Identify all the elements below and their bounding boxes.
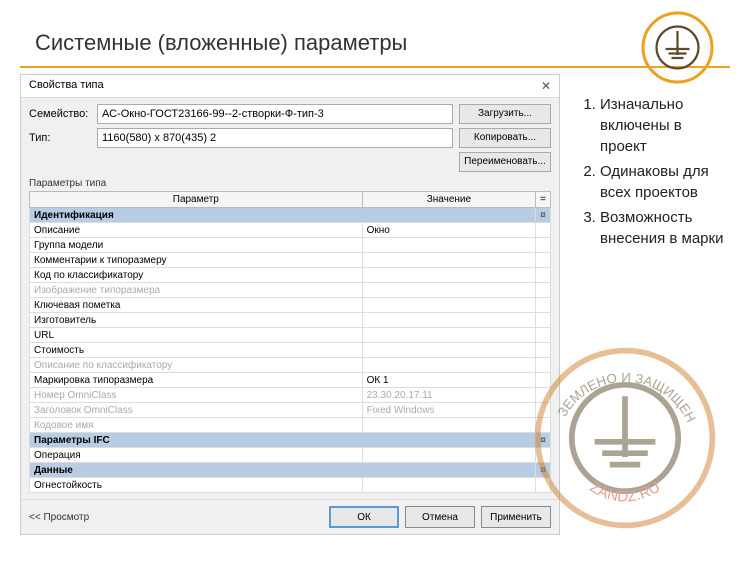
copy-button[interactable]: Копировать... bbox=[459, 128, 551, 148]
type-label: Тип: bbox=[29, 132, 91, 144]
table-row[interactable]: Изготовитель bbox=[30, 313, 551, 328]
close-icon[interactable]: ✕ bbox=[541, 79, 551, 93]
param-group-header: Идентификация¤ bbox=[30, 208, 551, 223]
table-row[interactable]: URL bbox=[30, 328, 551, 343]
col-equals: = bbox=[536, 192, 551, 208]
type-properties-dialog: Свойства типа ✕ Семейство: Загрузить... … bbox=[20, 74, 560, 535]
list-item: Одинаковы для всех проектов bbox=[600, 161, 730, 203]
list-item: Возможность внесения в марки bbox=[600, 207, 730, 249]
table-row[interactable]: Группа модели bbox=[30, 238, 551, 253]
table-row[interactable]: ОписаниеОкно bbox=[30, 223, 551, 238]
cancel-button[interactable]: Отмена bbox=[405, 506, 475, 528]
table-row[interactable]: Стоимость bbox=[30, 343, 551, 358]
family-label: Семейство: bbox=[29, 108, 91, 120]
params-table: Параметр Значение = Идентификация¤Описан… bbox=[29, 191, 551, 493]
table-row[interactable]: Комментарии к типоразмеру bbox=[30, 253, 551, 268]
table-row[interactable]: Огнестойкость bbox=[30, 478, 551, 493]
param-group-header: Параметры IFC¤ bbox=[30, 433, 551, 448]
notes-list: Изначально включены в проектОдинаковы дл… bbox=[560, 74, 750, 535]
type-select[interactable] bbox=[97, 128, 453, 148]
params-section-label: Параметры типа bbox=[29, 178, 551, 189]
table-row[interactable]: Маркировка типоразмераОК 1 bbox=[30, 373, 551, 388]
col-param: Параметр bbox=[30, 192, 363, 208]
ok-button[interactable]: ОК bbox=[329, 506, 399, 528]
page-title: Системные (вложенные) параметры bbox=[0, 0, 750, 66]
title-divider bbox=[20, 66, 730, 68]
table-row[interactable]: Описание по классификатору bbox=[30, 358, 551, 373]
table-row[interactable]: Заголовок OmniClassFixed Windows bbox=[30, 403, 551, 418]
load-button[interactable]: Загрузить... bbox=[459, 104, 551, 124]
table-row[interactable]: Изображение типоразмера bbox=[30, 283, 551, 298]
list-item: Изначально включены в проект bbox=[600, 94, 730, 157]
table-row[interactable]: Операция bbox=[30, 448, 551, 463]
col-value: Значение bbox=[362, 192, 536, 208]
dialog-title: Свойства типа bbox=[29, 79, 104, 93]
family-select[interactable] bbox=[97, 104, 453, 124]
table-row[interactable]: Кодовое имя bbox=[30, 418, 551, 433]
table-row[interactable]: Номер OmniClass23.30.20.17.11 bbox=[30, 388, 551, 403]
rename-button[interactable]: Переименовать... bbox=[459, 152, 551, 172]
table-row[interactable]: Ключевая пометка bbox=[30, 298, 551, 313]
param-group-header: Данные¤ bbox=[30, 463, 551, 478]
preview-button[interactable]: << Просмотр bbox=[29, 512, 89, 523]
table-row[interactable]: Код по классификатору bbox=[30, 268, 551, 283]
